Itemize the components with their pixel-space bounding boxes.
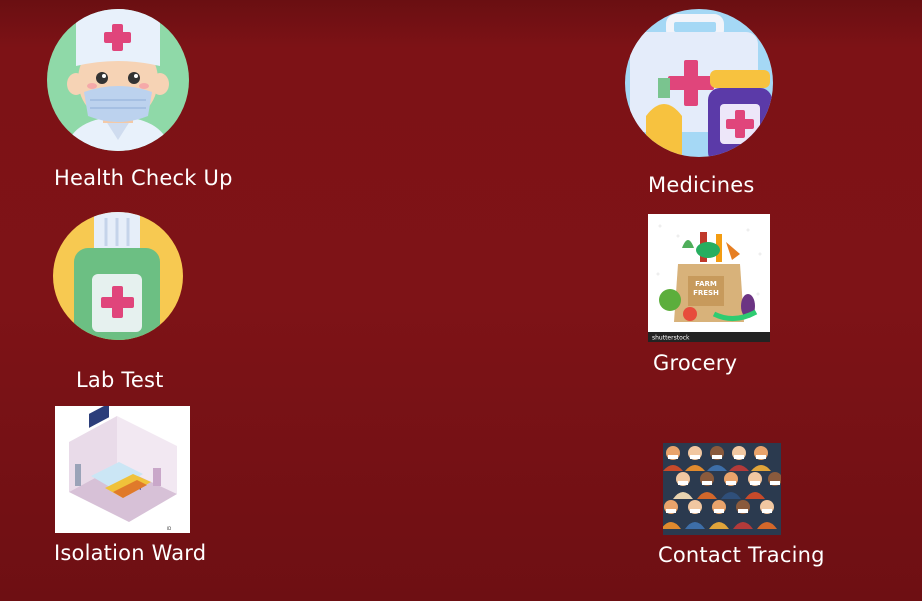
svg-text:ID: ID <box>167 526 171 531</box>
tile-medicines[interactable]: Medicines <box>600 8 800 200</box>
grocery-bag-text-2: FRESH <box>693 289 719 297</box>
grocery-bag-icon: FARM FRESH shutterstock <box>648 214 770 342</box>
medicine-bottles-icon <box>625 9 773 157</box>
contact-tracing-label: Contact Tracing <box>658 543 825 567</box>
tile-contact-tracing[interactable]: Contact Tracing <box>657 443 827 573</box>
tile-isolation-ward[interactable]: ID Isolation Ward <box>54 406 224 570</box>
grocery-watermark: shutterstock <box>652 335 690 342</box>
medicines-label: Medicines <box>648 173 755 197</box>
tile-grocery[interactable]: FARM FRESH shutterstock Grocery <box>648 214 778 379</box>
crowd-masks-icon <box>663 443 781 535</box>
lab-bottle-icon <box>53 212 183 340</box>
lab-test-label: Lab Test <box>76 368 164 392</box>
hospital-room-icon: ID <box>55 406 190 533</box>
tile-health-check-up[interactable]: Health Check Up <box>46 8 232 198</box>
health-check-up-label: Health Check Up <box>54 166 233 190</box>
isolation-ward-label: Isolation Ward <box>54 541 207 565</box>
grocery-bag-text-1: FARM <box>695 280 717 288</box>
grocery-label: Grocery <box>653 351 738 375</box>
doctor-icon <box>47 9 189 151</box>
tile-lab-test[interactable]: Lab Test <box>52 212 192 392</box>
